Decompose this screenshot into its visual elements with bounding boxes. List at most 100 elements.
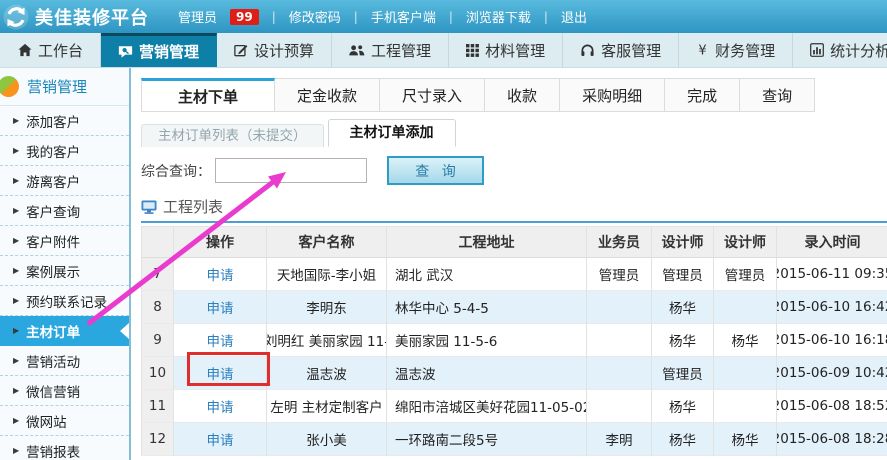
row-number-cell: 7 (142, 258, 174, 291)
sidebar-item-appointment-records[interactable]: ▶ 预约联系记录 (0, 286, 129, 316)
tab-deposit[interactable]: 定金收款 (275, 79, 380, 111)
sidebar-item-marketing-reports[interactable]: ▶营销报表 (0, 436, 129, 460)
table-header-row: 操作客户名称工程地址业务员设计师设计师录入时间 (142, 226, 887, 258)
search-label: 综合查询： (141, 161, 211, 181)
nav-item-finance[interactable]: ¥财务管理 (679, 33, 793, 67)
triangle-bullet-icon: ▶ (13, 296, 19, 305)
table-row: 7申请天地国际-李小姐湖北 武汉管理员管理员管理员2015-06-11 09:3… (142, 258, 887, 291)
section-title: 工程列表 (163, 196, 223, 217)
table-cell: 2015-06-09 10:42 (777, 357, 887, 390)
tab-payment[interactable]: 收款 (485, 79, 560, 111)
row-number-cell: 9 (142, 324, 174, 357)
nav-item-label: 工程管理 (371, 40, 431, 61)
operation-cell: 申请 (174, 324, 267, 357)
table-cell: 美丽家园 11-5-6 (387, 324, 587, 357)
table-cell: 刘明红 美丽家园 11- (267, 324, 387, 357)
sidebar-item-case-display[interactable]: ▶案例展示 (0, 256, 129, 286)
triangle-bullet-icon: ▶ (13, 266, 19, 275)
sidebar-item-label: 预约联系记录 (26, 291, 107, 311)
table-row: 8申请李明东林华中心 5-4-5杨华2015-06-10 16:42 (142, 291, 887, 324)
search-input[interactable] (215, 158, 367, 183)
sidebar-item-my-customers[interactable]: ▶ 我的客户 (0, 136, 129, 166)
topbar-link-logout[interactable]: 退出 (561, 7, 587, 26)
tab-order[interactable]: 主材下单 (141, 78, 275, 111)
nav-item-label: 工作台 (38, 40, 83, 61)
nav-item-marketing[interactable]: 营销管理 (101, 33, 217, 67)
users-icon (349, 44, 365, 57)
topbar-link-browser-download[interactable]: 浏览器下载 (466, 7, 531, 26)
apply-link[interactable]: 申请 (207, 363, 234, 383)
table-cell: 天地国际-李小姐 (267, 258, 387, 291)
table-header-cell: 工程地址 (387, 226, 587, 258)
nav-item-stats[interactable]: 统计分析 (793, 33, 887, 67)
table-cell: 管理员 (587, 258, 652, 291)
nav-item-label: 设计预算 (254, 40, 314, 61)
table-cell: 杨华 (714, 423, 777, 456)
topbar-link-mobile-client[interactable]: 手机客户端 (371, 7, 436, 26)
table-cell: 2015-06-10 16:42 (777, 291, 887, 324)
triangle-bullet-icon: ▶ (13, 116, 19, 125)
nav-item-project[interactable]: 工程管理 (332, 33, 449, 67)
search-button[interactable]: 查 询 (387, 156, 484, 185)
nav-item-workbench[interactable]: 工作台 (0, 33, 101, 67)
nav-item-material[interactable]: 材料管理 (449, 33, 563, 67)
nav-item-design-budget[interactable]: 设计预算 (217, 33, 332, 67)
sidebar-item-wechat-marketing[interactable]: ▶微信营销 (0, 376, 129, 406)
sidebar-item-floating-customers[interactable]: ▶游离客户 (0, 166, 129, 196)
active-notch-icon (120, 323, 129, 339)
sidebar-item-label: 添加客户 (26, 111, 80, 131)
row-number-cell: 8 (142, 291, 174, 324)
sidebar-item-customer-search[interactable]: ▶客户查询 (0, 196, 129, 226)
nav-item-service[interactable]: 客服管理 (563, 33, 679, 67)
table-cell (714, 357, 777, 390)
topbar-separator: | (272, 10, 276, 24)
tab-purchase-detail[interactable]: 采购明细 (560, 79, 665, 111)
nav-item-label: 客服管理 (601, 40, 661, 61)
topbar-link-change-password[interactable]: 修改密码 (289, 7, 341, 26)
svg-text:¥: ¥ (698, 44, 706, 57)
apply-link[interactable]: 申请 (207, 297, 234, 317)
table-cell: 管理员 (652, 357, 714, 390)
notification-badge[interactable]: 99 (230, 9, 259, 25)
apply-link[interactable]: 申请 (207, 264, 234, 284)
sidebar-item-marketing-activities[interactable]: ▶营销活动 (0, 346, 129, 376)
table-cell (587, 357, 652, 390)
tab-query[interactable]: 查询 (740, 79, 814, 111)
project-table: 操作客户名称工程地址业务员设计师设计师录入时间7申请天地国际-李小姐湖北 武汉管… (141, 226, 887, 456)
table-header-cell: 操作 (174, 226, 267, 258)
table-cell (587, 390, 652, 423)
sidebar-item-material-orders[interactable]: ▶ 主材订单 (0, 316, 129, 346)
table-cell: 2015-06-11 09:35 (777, 258, 887, 291)
yen-icon: ¥ (696, 43, 709, 57)
sidebar-item-label: 我的客户 (26, 141, 80, 161)
subtab-order-list[interactable]: 主材订单列表（未提交） (141, 124, 324, 147)
subtab-order-add[interactable]: 主材订单添加 (328, 119, 456, 147)
table-cell: 2015-06-10 16:18 (777, 324, 887, 357)
table-cell: 绵阳市涪城区美好花园11-05-02 (387, 390, 587, 423)
chat-icon (118, 44, 133, 59)
table-header-cell: 设计师 (714, 226, 777, 258)
apply-link[interactable]: 申请 (207, 429, 234, 449)
tab-complete[interactable]: 完成 (665, 79, 740, 111)
table-cell (714, 390, 777, 423)
grid-icon (466, 44, 479, 57)
sidebar-module-icon (0, 76, 19, 97)
sidebar-item-customer-files[interactable]: ▶客户附件 (0, 226, 129, 256)
table-cell: 温志波 (267, 357, 387, 390)
tab-size-entry[interactable]: 尺寸录入 (380, 79, 485, 111)
table-cell: 杨华 (714, 324, 777, 357)
cycle-logo-icon (3, 4, 29, 30)
triangle-bullet-icon: ▶ (13, 146, 19, 155)
table-cell (587, 324, 652, 357)
apply-link[interactable]: 申请 (207, 330, 234, 350)
table-cell: 杨华 (652, 423, 714, 456)
sidebar-item-add-customer[interactable]: ▶ 添加客户 (0, 106, 129, 136)
monitor-icon (141, 200, 157, 214)
edit-icon (234, 43, 248, 57)
apply-link[interactable]: 申请 (207, 396, 234, 416)
triangle-bullet-icon: ▶ (13, 326, 19, 335)
sidebar-item-label: 主材订单 (26, 321, 80, 341)
sidebar-item-micro-site[interactable]: ▶微网站 (0, 406, 129, 436)
table-cell (587, 291, 652, 324)
table-row: 9申请刘明红 美丽家园 11-美丽家园 11-5-6杨华杨华2015-06-10… (142, 324, 887, 357)
